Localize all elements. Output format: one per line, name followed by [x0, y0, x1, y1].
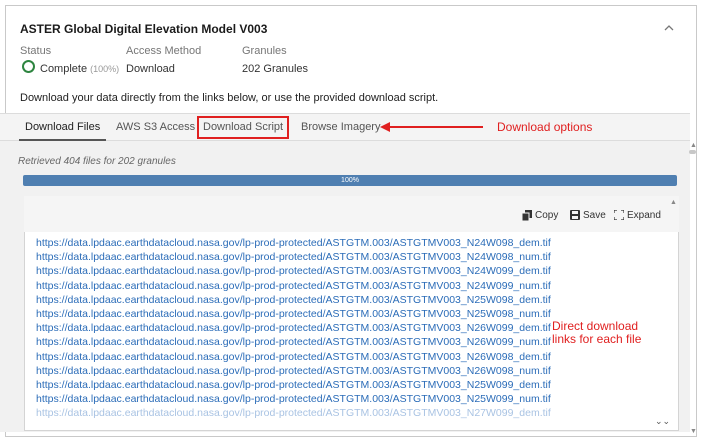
- outer-scroll-down-icon[interactable]: ▼: [690, 428, 697, 435]
- outer-scroll-up-icon[interactable]: ▲: [690, 142, 697, 149]
- save-button[interactable]: Save: [570, 210, 606, 221]
- progress-fill: 100%: [23, 175, 677, 186]
- direct-links-annotation: Direct download links for each file: [552, 320, 641, 346]
- expand-icon: [614, 210, 624, 221]
- download-link[interactable]: https://data.lpdaac.earthdatacloud.nasa.…: [36, 264, 551, 278]
- download-progress-bar: 100%: [23, 175, 677, 186]
- copy-button[interactable]: Copy: [522, 210, 558, 221]
- copy-label: Copy: [535, 210, 559, 222]
- chevron-up-icon[interactable]: [662, 22, 676, 34]
- download-options-annotation: Download options: [497, 120, 593, 134]
- download-script-highlight: [197, 116, 289, 139]
- download-description: Download your data directly from the lin…: [20, 92, 439, 104]
- chevron-double-down-icon[interactable]: ⌄⌄: [655, 416, 670, 427]
- download-link[interactable]: https://data.lpdaac.earthdatacloud.nasa.…: [36, 364, 551, 378]
- download-link[interactable]: https://data.lpdaac.earthdatacloud.nasa.…: [36, 321, 551, 335]
- download-link[interactable]: https://data.lpdaac.earthdatacloud.nasa.…: [36, 293, 551, 307]
- status-value: Complete (100%): [40, 63, 119, 75]
- save-icon: [570, 210, 580, 221]
- status-text: Complete: [40, 63, 88, 75]
- collection-title: ASTER Global Digital Elevation Model V00…: [20, 22, 268, 36]
- tab-download-files[interactable]: Download Files: [19, 114, 107, 141]
- access-method-label: Access Method: [126, 45, 202, 57]
- download-link[interactable]: https://data.lpdaac.earthdatacloud.nasa.…: [36, 335, 551, 349]
- granules-value: 202 Granules: [242, 63, 309, 75]
- download-link[interactable]: https://data.lpdaac.earthdatacloud.nasa.…: [36, 350, 551, 364]
- expand-label: Expand: [627, 210, 661, 221]
- retrieved-files-text: Retrieved 404 files for 202 granules: [18, 156, 176, 167]
- status-percent: (100%): [90, 64, 120, 74]
- download-link[interactable]: https://data.lpdaac.earthdatacloud.nasa.…: [36, 307, 551, 321]
- status-label: Status: [20, 45, 52, 57]
- tab-aws-s3-access[interactable]: AWS S3 Access: [110, 114, 201, 141]
- download-link[interactable]: https://data.lpdaac.earthdatacloud.nasa.…: [36, 279, 551, 293]
- granules-label: Granules: [242, 45, 287, 57]
- inner-scroll-up-icon[interactable]: ▲: [670, 199, 677, 206]
- copy-icon: [522, 210, 532, 221]
- save-label: Save: [583, 210, 606, 221]
- download-link[interactable]: https://data.lpdaac.earthdatacloud.nasa.…: [36, 250, 551, 264]
- status-circle-icon: [22, 60, 35, 73]
- download-link[interactable]: https://data.lpdaac.earthdatacloud.nasa.…: [36, 236, 551, 250]
- download-links-list: https://data.lpdaac.earthdatacloud.nasa.…: [36, 236, 551, 421]
- download-link[interactable]: https://data.lpdaac.earthdatacloud.nasa.…: [36, 406, 551, 420]
- outer-scrollbar[interactable]: [689, 150, 696, 154]
- download-link[interactable]: https://data.lpdaac.earthdatacloud.nasa.…: [36, 392, 551, 406]
- access-method-value: Download: [126, 63, 175, 75]
- tab-browse-imagery[interactable]: Browse Imagery: [295, 114, 386, 141]
- direct-links-annotation-line2: links for each file: [552, 332, 642, 346]
- direct-links-annotation-line1: Direct download: [552, 319, 639, 333]
- download-link[interactable]: https://data.lpdaac.earthdatacloud.nasa.…: [36, 378, 551, 392]
- expand-button[interactable]: Expand: [614, 210, 661, 221]
- arrow-left-icon: [380, 122, 483, 132]
